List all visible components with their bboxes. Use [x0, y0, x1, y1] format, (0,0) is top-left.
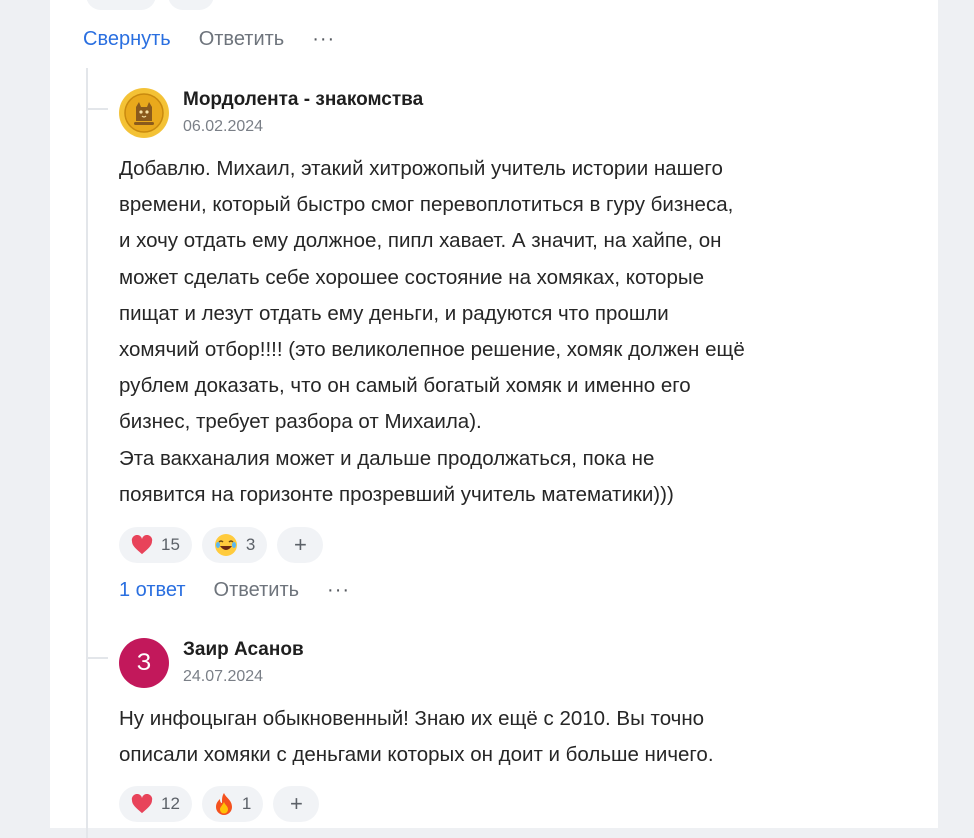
add-reaction-button-cutoff[interactable] [168, 0, 214, 10]
heart-icon [131, 794, 153, 814]
reactions-bar: 12 1 + [119, 786, 320, 822]
laughing-emoji-icon [214, 533, 238, 557]
reply-button[interactable]: Ответить [214, 579, 300, 602]
comment-date: 06.02.2024 [183, 118, 264, 135]
comment-author[interactable]: Заир Асанов [183, 639, 304, 661]
add-reaction-button[interactable]: + [273, 786, 320, 822]
comment-date: 24.07.2024 [183, 668, 264, 685]
reaction-heart[interactable]: 15 [119, 527, 192, 563]
cat-coin-logo-icon [120, 89, 168, 137]
comment-text: Добавлю. Михаил, этакий хитрожопый учите… [119, 157, 745, 506]
comment-author[interactable]: Мордолента - знакомства [183, 89, 423, 111]
more-options-icon[interactable]: ··· [312, 28, 335, 51]
reaction-count: 3 [245, 535, 256, 554]
thread-connector [86, 108, 108, 110]
heart-icon [131, 535, 153, 555]
avatar[interactable]: З [119, 638, 169, 688]
reaction-heart[interactable]: 12 [119, 786, 192, 822]
comments-panel: Свернуть Ответить ··· Мордолента - знако… [50, 0, 938, 838]
comment-actions: 1 ответ Ответить ··· [119, 579, 350, 602]
reaction-laugh[interactable]: 3 [201, 527, 268, 563]
comment-text: Ну инфоцыган обыкновенный! Знаю их ещё с… [119, 707, 714, 767]
show-replies-button[interactable]: 1 ответ [119, 579, 186, 602]
avatar[interactable] [119, 88, 169, 138]
reaction-fire[interactable]: 1 [201, 786, 264, 822]
page-gutter [938, 0, 974, 828]
fire-emoji-icon [214, 792, 234, 816]
reaction-count: 12 [161, 794, 180, 813]
reaction-count: 1 [241, 794, 252, 813]
more-options-icon[interactable]: ··· [327, 579, 350, 602]
parent-comment-actions: Свернуть Ответить ··· [83, 28, 335, 51]
reply-button[interactable]: Ответить [199, 28, 285, 51]
thread-connector [86, 657, 108, 659]
reaction-pill-cutoff[interactable] [86, 0, 156, 10]
avatar-letter: З [136, 649, 152, 676]
reactions-bar: 15 3 + [119, 527, 324, 563]
collapse-button[interactable]: Свернуть [83, 28, 171, 51]
thread-line [86, 68, 88, 838]
reaction-count: 15 [161, 535, 180, 554]
add-reaction-button[interactable]: + [277, 527, 324, 563]
